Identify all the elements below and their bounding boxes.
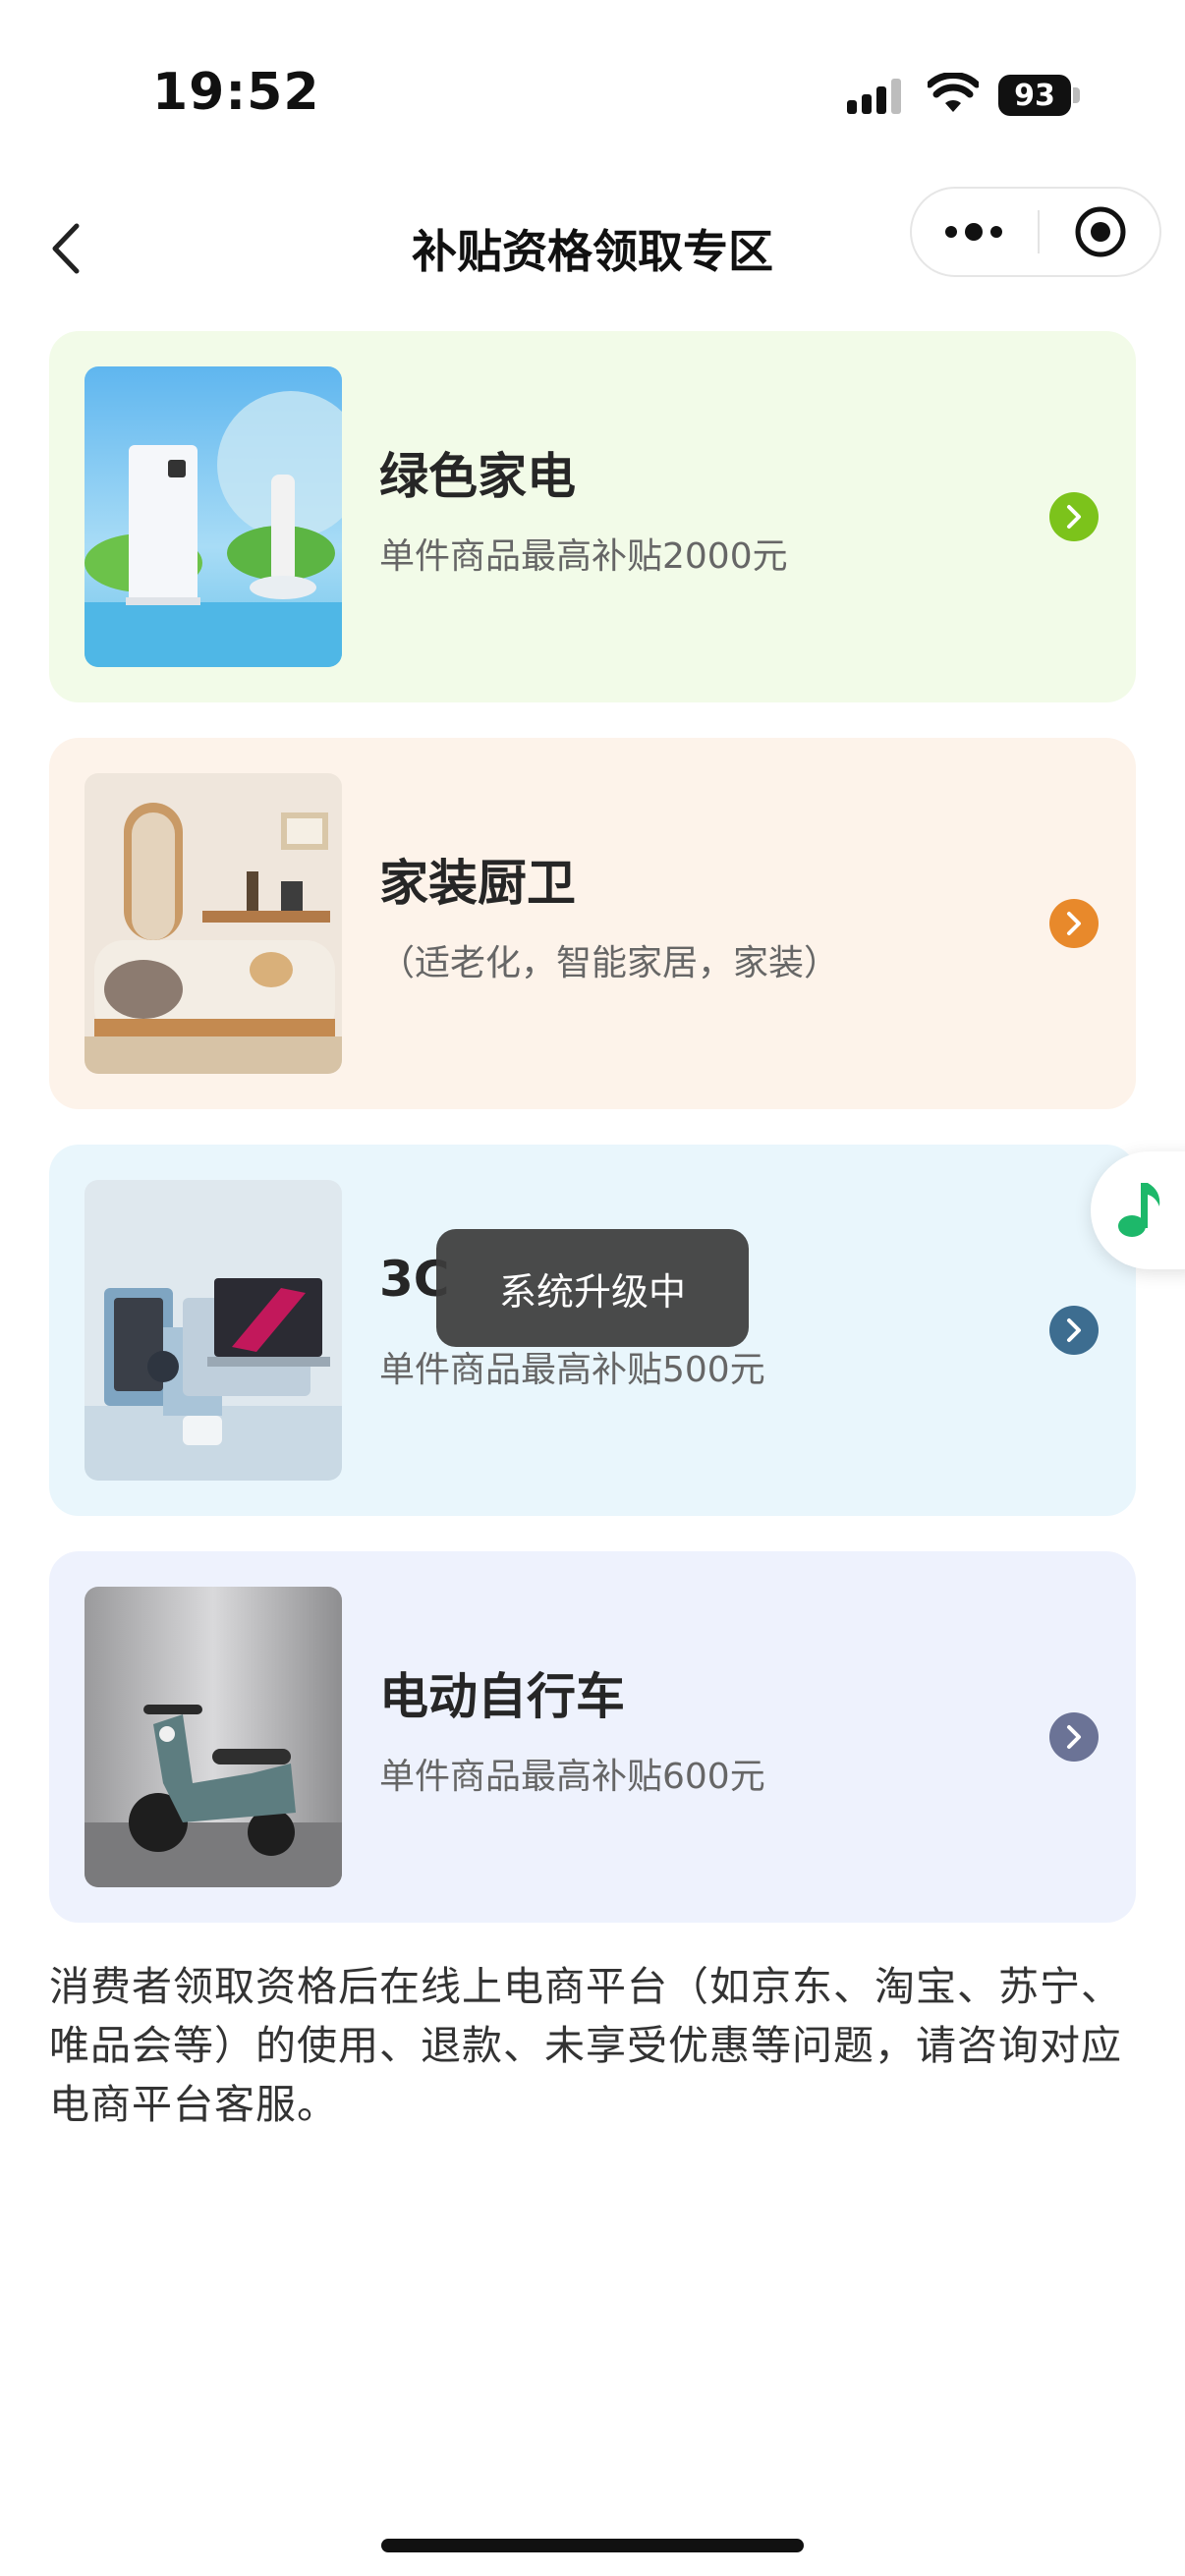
chevron-right-icon[interactable]: [1049, 1306, 1099, 1355]
card-subtitle: 单件商品最高补贴2000元: [379, 536, 788, 577]
card-title: 电动自行车: [379, 1668, 625, 1725]
more-button[interactable]: [912, 189, 1036, 275]
chevron-right-icon[interactable]: [1049, 899, 1099, 948]
back-button[interactable]: [41, 204, 90, 293]
card-subtitle: （适老化，智能家居，家装）: [379, 943, 840, 983]
green-appliances-image: [85, 366, 342, 667]
card-subtitle: 单件商品最高补贴600元: [379, 1757, 765, 1797]
mini-program-capsule: [910, 187, 1161, 277]
status-time: 19:52: [152, 63, 320, 122]
cellular-signal-icon: [847, 79, 901, 114]
more-dots-icon: [945, 223, 1002, 241]
nav-bar: 补贴资格领取专区: [0, 187, 1185, 324]
chevron-left-icon: [52, 223, 80, 274]
page-title: 补贴资格领取专区: [412, 225, 773, 278]
status-bar: 19:52 93: [0, 0, 1185, 187]
card-title: 家装厨卫: [379, 855, 576, 912]
wifi-icon: [928, 73, 979, 112]
close-button[interactable]: [1040, 189, 1161, 275]
target-close-icon: [1075, 206, 1126, 257]
chevron-right-icon[interactable]: [1049, 492, 1099, 541]
electric-scooter-image: [85, 1587, 342, 1887]
card-subtitle: 单件商品最高补贴500元: [379, 1350, 765, 1390]
chevron-right-icon[interactable]: [1049, 1712, 1099, 1762]
battery-icon: 93: [998, 75, 1081, 118]
category-card-home-decor[interactable]: 家装厨卫 （适老化，智能家居，家装）: [49, 738, 1136, 1109]
digital-devices-image: [85, 1180, 342, 1481]
toast-message: 系统升级中: [436, 1229, 749, 1347]
home-decor-sofa-image: [85, 773, 342, 1074]
disclaimer-text: 消费者领取资格后在线上电商平台（如京东、淘宝、苏宁、唯品会等）的使用、退款、未享…: [49, 1963, 1122, 2128]
category-card-green-appliances[interactable]: 绿色家电 单件商品最高补贴2000元: [49, 331, 1136, 702]
category-card-e-bike[interactable]: 电动自行车 单件商品最高补贴600元: [49, 1551, 1136, 1923]
music-note-icon: [1118, 1183, 1160, 1237]
home-indicator: [381, 2539, 804, 2552]
battery-level: 93: [998, 75, 1071, 116]
card-title: 绿色家电: [379, 448, 576, 505]
battery-tip: [1073, 87, 1080, 103]
